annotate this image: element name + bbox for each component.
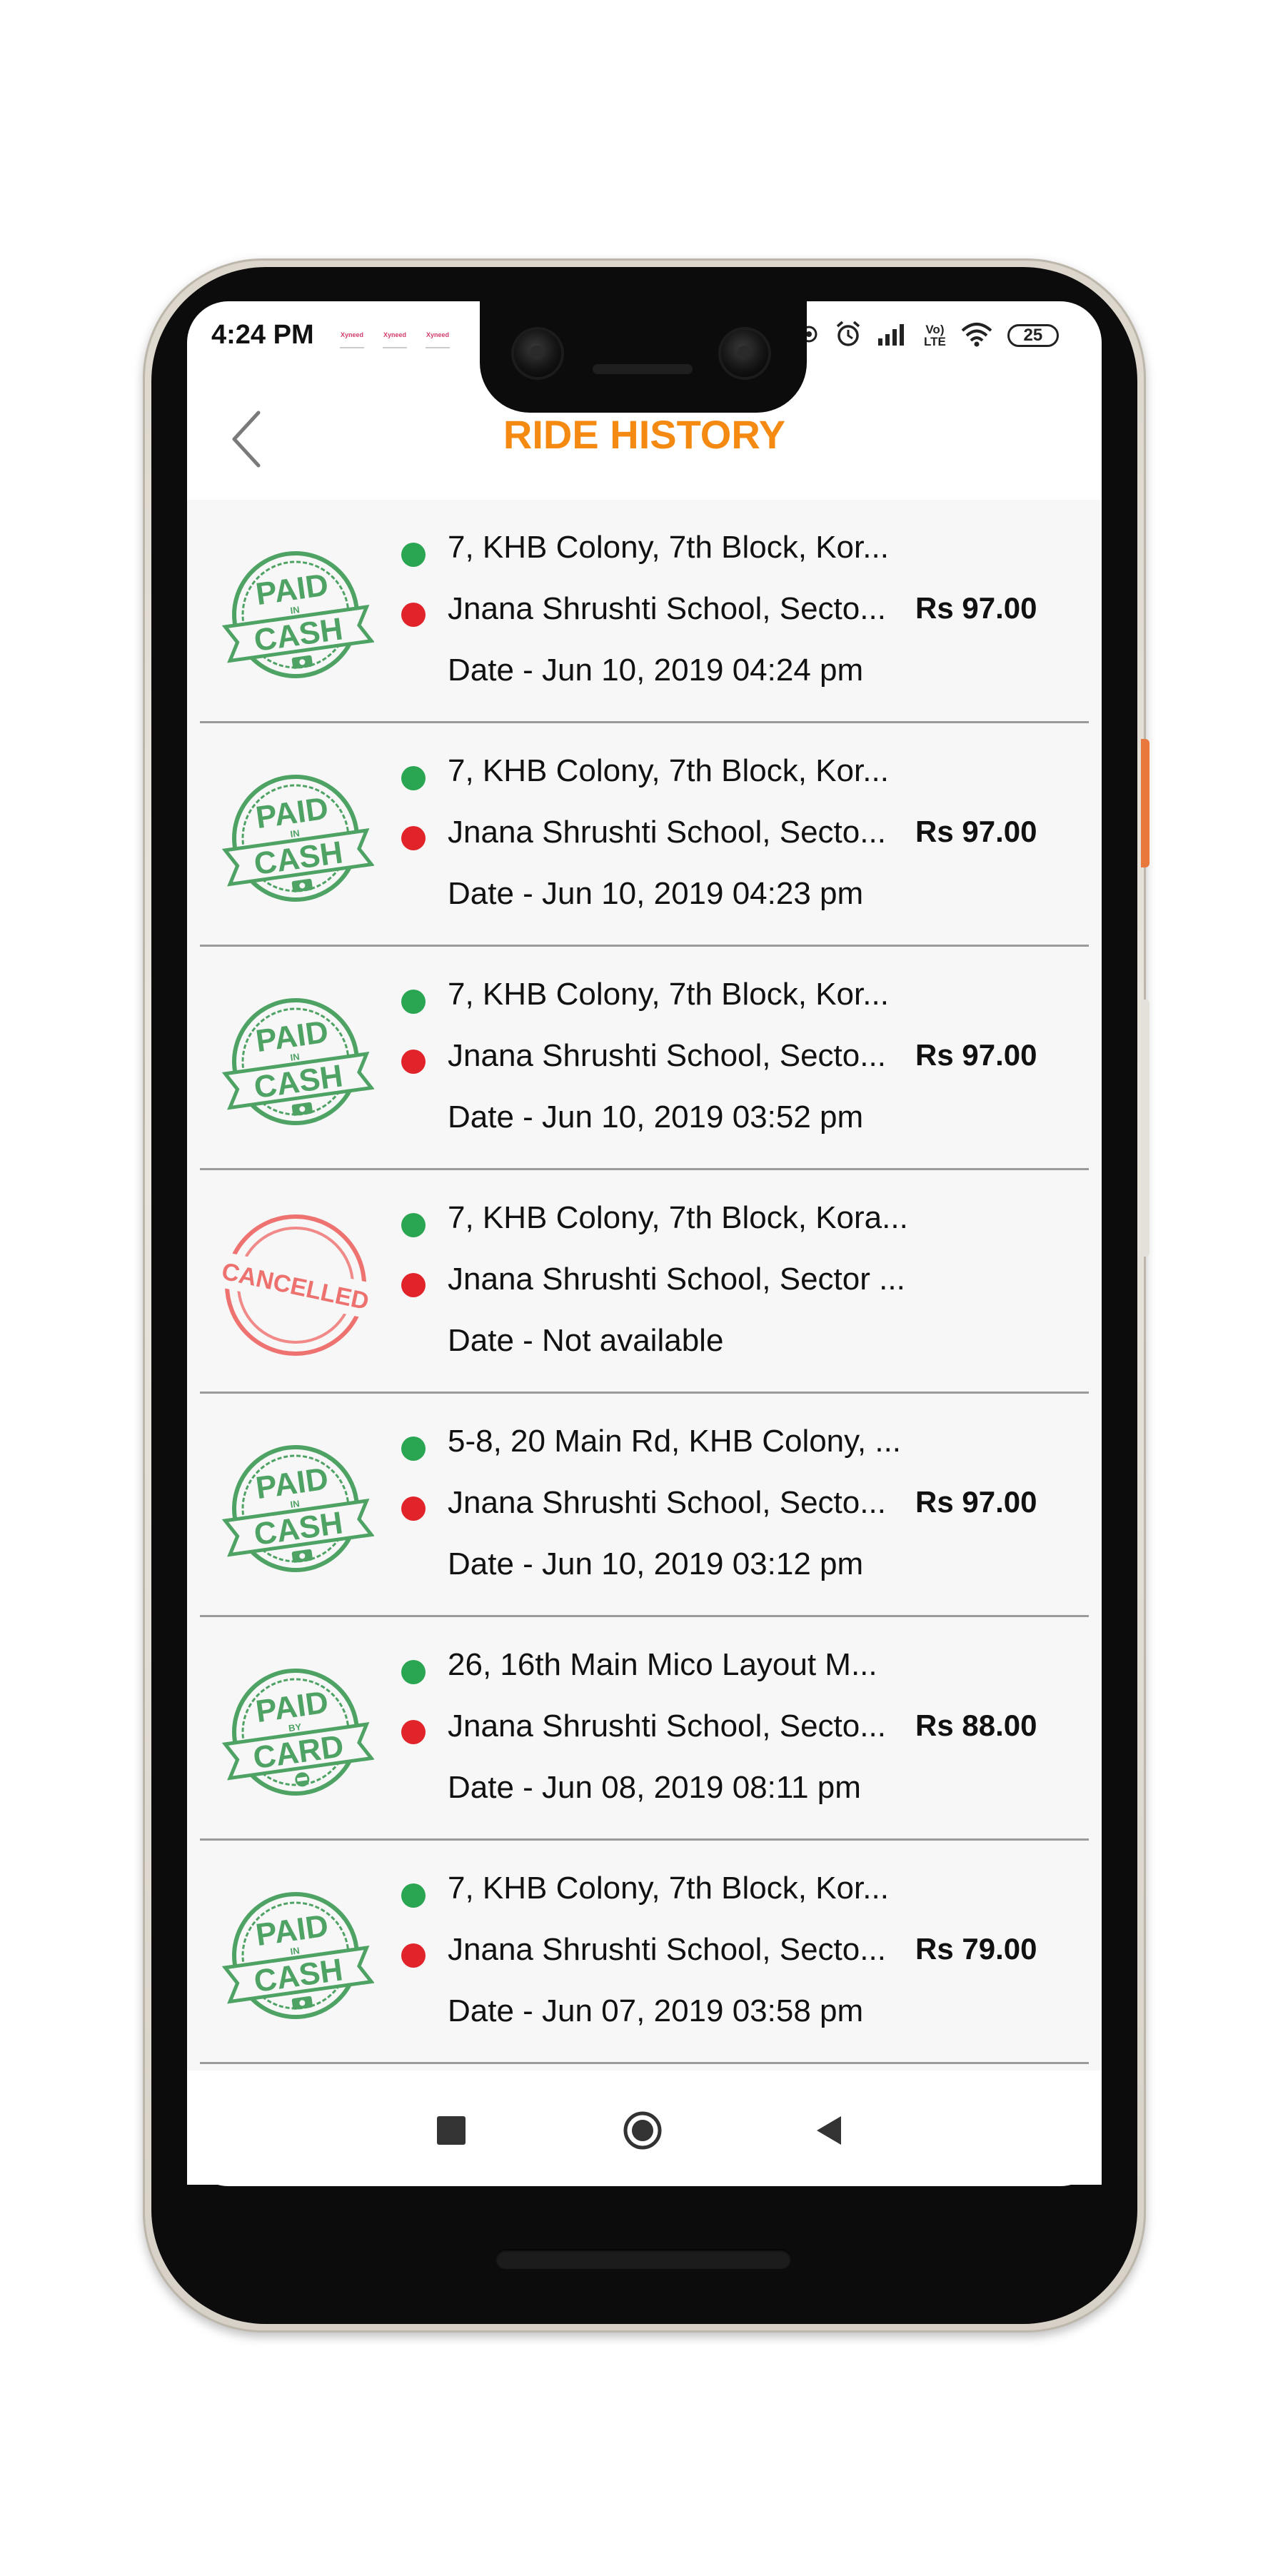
volume-button: [1141, 1000, 1149, 1257]
ride-date: Date - Jun 10, 2019 03:12 pm: [448, 1546, 864, 1581]
svg-text:IN: IN: [290, 827, 301, 840]
ride-list-item[interactable]: PAID IN CASH 5-8, 20 Main Rd, KHB Colony…: [187, 1394, 1102, 1617]
svg-text:CASH: CASH: [252, 1505, 345, 1552]
earpiece-speaker: [593, 364, 693, 374]
ride-list-item[interactable]: PAID IN CASH 7, KHB Colony, 7th Block, K…: [187, 500, 1102, 723]
paid-in-cash-stamp-icon: PAID IN CASH: [217, 987, 375, 1137]
drop-dot-icon: [401, 1050, 426, 1074]
ride-list-item[interactable]: CANCELLED 7, KHB Colony, 7th Block, Kora…: [187, 1170, 1102, 1394]
wifi-icon: [960, 321, 993, 351]
drop-dot-icon: [401, 1496, 426, 1521]
ride-fare: Rs 79.00: [915, 1932, 1037, 1966]
svg-text:IN: IN: [290, 604, 301, 616]
volte-icon: Vo) LTE: [924, 323, 946, 348]
pickup-dot-icon: [401, 1660, 426, 1684]
drop-address: Jnana Shrushti School, Secto...: [448, 1485, 886, 1520]
ride-date: Date - Jun 10, 2019 04:24 pm: [448, 653, 864, 688]
recent-apps-icon[interactable]: [437, 2116, 466, 2145]
ride-date: Date - Jun 07, 2019 03:58 pm: [448, 1993, 864, 2028]
pickup-dot-icon: [401, 766, 426, 790]
drop-address: Jnana Shrushti School, Secto...: [448, 815, 886, 850]
notification-icon: Xyneed: [383, 331, 407, 348]
ride-list-item[interactable]: PAID IN CASH 7, KHB Colony, 7th Block, K…: [187, 1841, 1102, 2064]
cancelled-stamp-icon: CANCELLED: [216, 1210, 375, 1360]
paid-in-cash-stamp-icon: PAID IN CASH: [217, 540, 375, 690]
battery-icon: 25: [1007, 324, 1059, 347]
pickup-dot-icon: [401, 990, 426, 1014]
ride-fare: Rs 88.00: [915, 1709, 1037, 1742]
notification-icon: Xyneed: [340, 331, 364, 348]
pickup-address: 7, KHB Colony, 7th Block, Kor...: [448, 977, 889, 1012]
bottom-speaker: [495, 2249, 791, 2269]
paid-in-cash-stamp-icon: PAID IN CASH: [217, 1434, 375, 1584]
drop-dot-icon: [401, 1273, 426, 1297]
status-time: 4:24 PM: [211, 320, 314, 350]
svg-text:CASH: CASH: [252, 835, 345, 882]
front-camera-icon: [514, 330, 561, 377]
drop-dot-icon: [401, 826, 426, 850]
pickup-dot-icon: [401, 1213, 426, 1237]
power-button: [1141, 739, 1149, 867]
drop-dot-icon: [401, 1943, 426, 1968]
back-triangle-icon[interactable]: [814, 2115, 845, 2146]
drop-address: Jnana Shrushti School, Secto...: [448, 591, 886, 626]
page-title: RIDE HISTORY: [503, 412, 786, 457]
ride-fare: Rs 97.00: [915, 591, 1037, 625]
pickup-address: 7, KHB Colony, 7th Block, Kor...: [448, 530, 889, 565]
svg-text:IN: IN: [290, 1051, 301, 1063]
pickup-dot-icon: [401, 543, 426, 567]
svg-text:CARD: CARD: [251, 1729, 346, 1776]
home-icon[interactable]: [623, 2110, 663, 2150]
paid-in-cash-stamp-icon: PAID IN CASH: [217, 1881, 375, 2031]
paid-by-card-stamp-icon: PAID BY CARD: [217, 1657, 375, 1807]
ride-date: Date - Jun 08, 2019 08:11 pm: [448, 1770, 861, 1805]
paid-in-cash-stamp-icon: PAID IN CASH: [217, 763, 375, 913]
signal-icon: [877, 321, 910, 351]
drop-address: Jnana Shrushti School, Secto...: [448, 1709, 886, 1744]
status-icons: Vo) LTE 25: [798, 314, 1059, 357]
ride-list-item[interactable]: PAID BY CARD 26, 16th Main Mico Layout M…: [187, 1617, 1102, 1841]
ride-list-item[interactable]: PAID IN CASH 7, KHB Colony, 7th Block, K…: [187, 723, 1102, 947]
pickup-address: 7, KHB Colony, 7th Block, Kor...: [448, 1871, 889, 1906]
ride-history-list[interactable]: PAID IN CASH 7, KHB Colony, 7th Block, K…: [187, 500, 1102, 2071]
front-camera-icon: [721, 330, 768, 377]
svg-text:IN: IN: [290, 1945, 301, 1957]
pickup-address: 7, KHB Colony, 7th Block, Kor...: [448, 753, 889, 788]
drop-address: Jnana Shrushti School, Secto...: [448, 1038, 886, 1073]
svg-text:IN: IN: [290, 1498, 301, 1510]
pickup-address: 5-8, 20 Main Rd, KHB Colony, ...: [448, 1424, 902, 1459]
alarm-icon: [834, 320, 862, 352]
pickup-address: 7, KHB Colony, 7th Block, Kora...: [448, 1200, 908, 1235]
drop-address: Jnana Shrushti School, Sector ...: [448, 1262, 905, 1297]
ride-date: Date - Not available: [448, 1323, 724, 1358]
pickup-dot-icon: [401, 1437, 426, 1461]
row-divider: [200, 2062, 1089, 2064]
ride-list-item[interactable]: PAID IN CASH 7, KHB Colony, 7th Block, K…: [187, 947, 1102, 1170]
ride-fare: Rs 97.00: [915, 1485, 1037, 1519]
drop-address: Jnana Shrushti School, Secto...: [448, 1932, 886, 1967]
drop-dot-icon: [401, 1720, 426, 1744]
svg-text:CASH: CASH: [252, 1952, 345, 1999]
pickup-dot-icon: [401, 1883, 426, 1908]
ride-date: Date - Jun 10, 2019 03:52 pm: [448, 1100, 864, 1134]
svg-text:CASH: CASH: [252, 1058, 345, 1105]
ride-fare: Rs 97.00: [915, 1038, 1037, 1072]
notification-icon: Xyneed: [426, 331, 450, 348]
pickup-address: 26, 16th Main Mico Layout M...: [448, 1647, 877, 1682]
ride-fare: Rs 97.00: [915, 815, 1037, 848]
ride-date: Date - Jun 10, 2019 04:23 pm: [448, 876, 864, 911]
drop-dot-icon: [401, 603, 426, 627]
svg-text:CASH: CASH: [252, 611, 345, 658]
